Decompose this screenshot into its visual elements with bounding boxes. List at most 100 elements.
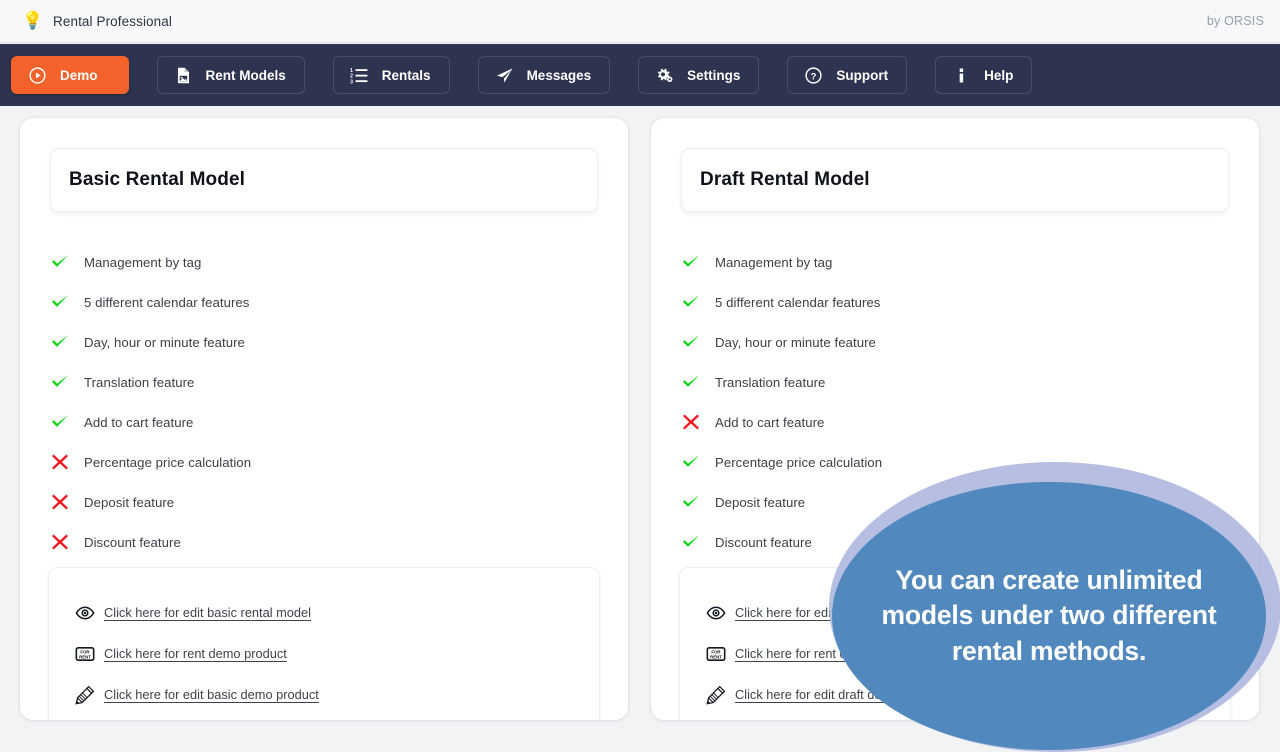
- feature-label: Discount feature: [84, 535, 181, 550]
- action-link-partial[interactable]: [75, 715, 599, 720]
- action-link-label: Click here for rent demo product: [735, 646, 918, 661]
- check-icon: [681, 492, 701, 512]
- nav-item-settings[interactable]: Settings: [638, 56, 759, 94]
- feature-row: Management by tag: [681, 242, 1235, 282]
- model-cards-area: Basic Rental Model Management by tag 5 di…: [0, 106, 1280, 720]
- feature-label: Deposit feature: [84, 495, 174, 510]
- lightbulb-icon: 💡: [22, 10, 44, 32]
- nav-item-demo[interactable]: Demo: [11, 56, 129, 94]
- action-link-label: Click here for edit basic demo product: [104, 687, 319, 702]
- for-rent-sign-icon: FORRENT: [75, 644, 95, 664]
- vendor-credit: by ORSIS: [1207, 14, 1264, 28]
- nav-item-label: Messages: [527, 68, 592, 83]
- links-panel: Click here for edit draft rental model FO…: [679, 567, 1231, 720]
- cross-icon: [50, 532, 70, 552]
- nav-item-messages[interactable]: Messages: [478, 56, 611, 94]
- action-link-label: Click here for edit draft demo product: [735, 687, 946, 702]
- feature-row: Deposit feature: [50, 482, 604, 522]
- feature-list: Management by tag 5 different calendar fe…: [681, 242, 1235, 562]
- feature-row: Deposit feature: [681, 482, 1235, 522]
- pencil-icon: [75, 685, 95, 705]
- cross-icon: [681, 412, 701, 432]
- nav-item-support[interactable]: ? Support: [787, 56, 907, 94]
- feature-label: Day, hour or minute feature: [84, 335, 245, 350]
- check-icon: [681, 252, 701, 272]
- brand-name: Rental Professional: [53, 14, 172, 29]
- feature-row: Discount feature: [681, 522, 1235, 562]
- cross-icon: [50, 452, 70, 472]
- nav-item-label: Support: [836, 68, 888, 83]
- action-link[interactable]: Click here for edit basic rental model: [75, 592, 599, 633]
- feature-label: Translation feature: [84, 375, 194, 390]
- numbered-list-icon: 123: [350, 66, 369, 85]
- check-icon: [681, 332, 701, 352]
- feature-row: Percentage price calculation: [50, 442, 604, 482]
- action-link-label: Click here for edit basic rental model: [104, 605, 311, 620]
- document-image-icon: [174, 66, 193, 85]
- feature-row: Day, hour or minute feature: [50, 322, 604, 362]
- feature-label: Day, hour or minute feature: [715, 335, 876, 350]
- feature-row: Translation feature: [681, 362, 1235, 402]
- svg-text:RENT: RENT: [79, 654, 91, 659]
- action-link[interactable]: Click here for edit draft demo product: [706, 674, 1230, 715]
- nav-item-label: Rent Models: [206, 68, 286, 83]
- feature-label: Deposit feature: [715, 495, 805, 510]
- links-panel: Click here for edit basic rental model FO…: [48, 567, 600, 720]
- feature-label: Management by tag: [84, 255, 201, 270]
- action-link[interactable]: Click here for edit draft rental model: [706, 592, 1230, 633]
- question-circle-icon: ?: [804, 66, 823, 85]
- feature-label: Add to cart feature: [715, 415, 824, 430]
- check-icon: [50, 412, 70, 432]
- check-icon: [50, 252, 70, 272]
- nav-item-label: Help: [984, 68, 1013, 83]
- feature-row: Add to cart feature: [50, 402, 604, 442]
- card-title: Basic Rental Model: [69, 169, 245, 191]
- feature-row: 5 different calendar features: [681, 282, 1235, 322]
- action-link-label: Click here for rent demo product: [104, 646, 287, 661]
- nav-item-label: Settings: [687, 68, 740, 83]
- feature-label: 5 different calendar features: [715, 295, 880, 310]
- feature-row: Translation feature: [50, 362, 604, 402]
- check-icon: [681, 372, 701, 392]
- check-icon: [681, 532, 701, 552]
- feature-row: Day, hour or minute feature: [681, 322, 1235, 362]
- nav-item-rentals[interactable]: 123 Rentals: [333, 56, 450, 94]
- check-icon: [681, 452, 701, 472]
- action-link[interactable]: FORRENT Click here for rent demo product: [75, 633, 599, 674]
- action-link-partial[interactable]: [706, 715, 1230, 720]
- brand: 💡 Rental Professional: [22, 10, 172, 32]
- card-basic-rental-model: Basic Rental Model Management by tag 5 di…: [20, 118, 628, 720]
- feature-label: Management by tag: [715, 255, 832, 270]
- feature-label: Translation feature: [715, 375, 825, 390]
- nav-item-label: Rentals: [382, 68, 431, 83]
- eye-icon: [706, 603, 726, 623]
- nav-item-rent-models[interactable]: Rent Models: [157, 56, 305, 94]
- play-circle-icon: [28, 66, 47, 85]
- feature-row: Management by tag: [50, 242, 604, 282]
- card-header: Basic Rental Model: [50, 148, 598, 212]
- card-header: Draft Rental Model: [681, 148, 1229, 212]
- nav-item-help[interactable]: Help: [935, 56, 1032, 94]
- card-draft-rental-model: Draft Rental Model Management by tag 5 di…: [651, 118, 1259, 720]
- check-icon: [681, 292, 701, 312]
- main-navigation: Demo Rent Models 123 Rentals Messages Setting…: [0, 44, 1280, 106]
- nav-item-label: Demo: [60, 68, 98, 83]
- for-rent-sign-icon: FORRENT: [706, 644, 726, 664]
- cross-icon: [50, 492, 70, 512]
- card-title: Draft Rental Model: [700, 169, 870, 191]
- feature-row: Add to cart feature: [681, 402, 1235, 442]
- pencil-icon: [706, 685, 726, 705]
- feature-label: Discount feature: [715, 535, 812, 550]
- eye-icon: [75, 603, 95, 623]
- action-link[interactable]: FORRENT Click here for rent demo product: [706, 633, 1230, 674]
- check-icon: [50, 292, 70, 312]
- feature-label: 5 different calendar features: [84, 295, 249, 310]
- paper-plane-icon: [495, 66, 514, 85]
- info-icon: [952, 66, 971, 85]
- gears-icon: [655, 66, 674, 85]
- top-bar: 💡 Rental Professional by ORSIS: [0, 0, 1280, 43]
- action-link[interactable]: Click here for edit basic demo product: [75, 674, 599, 715]
- action-link-label: Click here for edit draft rental model: [735, 605, 938, 620]
- feature-row: Percentage price calculation: [681, 442, 1235, 482]
- svg-text:RENT: RENT: [710, 654, 722, 659]
